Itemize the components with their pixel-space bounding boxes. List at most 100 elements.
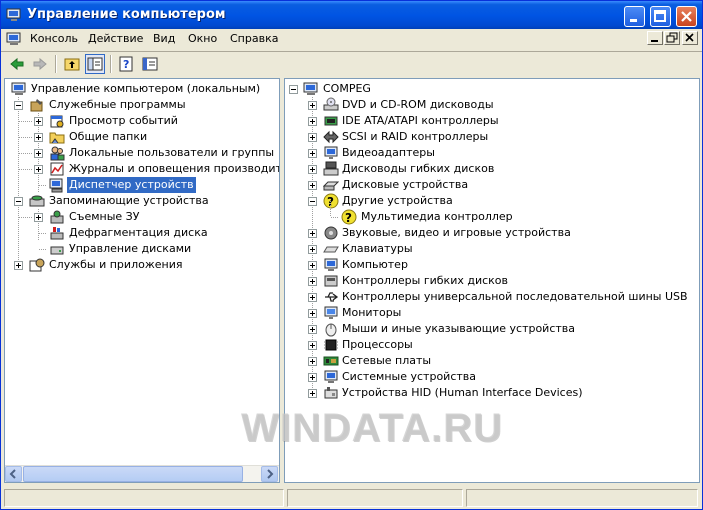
tree-item-storage[interactable]: Запоминающие устройства <box>5 193 279 209</box>
device-category[interactable]: Клавиатуры <box>285 241 699 257</box>
collapse-toggle[interactable] <box>308 197 317 206</box>
device-category[interactable]: Контроллеры универсальной последовательн… <box>285 289 699 305</box>
expand-toggle[interactable] <box>308 229 317 238</box>
shared-folder-icon <box>49 132 65 144</box>
device-category[interactable]: Дисководы гибких дисков <box>285 161 699 177</box>
scroll-left-button[interactable] <box>5 466 22 482</box>
device-category[interactable]: Сетевые платы <box>285 353 699 369</box>
forward-button[interactable] <box>30 54 50 74</box>
title-bar[interactable]: Управление компьютером <box>1 1 702 30</box>
properties-icon <box>142 57 158 71</box>
monitor-icon <box>324 306 338 319</box>
restore-icon <box>666 32 678 43</box>
device-category[interactable]: Контроллеры гибких дисков <box>285 273 699 289</box>
device-category[interactable]: Компьютер <box>285 257 699 273</box>
menu-window[interactable]: Окно <box>188 32 217 45</box>
tree-line <box>39 233 47 234</box>
expand-toggle[interactable] <box>308 389 317 398</box>
expand-toggle[interactable] <box>308 181 317 190</box>
tree-item-services-apps[interactable]: Службы и приложения <box>5 257 279 273</box>
tree-item-defragmentation[interactable]: Дефрагментация диска <box>5 225 279 241</box>
expand-toggle[interactable] <box>14 261 23 270</box>
menu-help[interactable]: Справка <box>230 32 278 45</box>
scroll-right-button[interactable] <box>261 466 278 482</box>
close-button[interactable] <box>676 6 697 27</box>
expand-toggle[interactable] <box>34 133 43 142</box>
console-tree-pane[interactable]: Управление компьютером (локальным) Служе… <box>4 78 280 483</box>
menu-console[interactable]: Консоль <box>30 32 78 45</box>
device-category[interactable]: IDE ATA/ATAPI контроллеры <box>285 113 699 129</box>
device-category[interactable]: Мониторы <box>285 305 699 321</box>
expand-toggle[interactable] <box>34 117 43 126</box>
expand-toggle[interactable] <box>308 341 317 350</box>
expand-toggle[interactable] <box>308 373 317 382</box>
collapse-toggle[interactable] <box>14 101 23 110</box>
expand-toggle[interactable] <box>308 133 317 142</box>
expand-toggle[interactable] <box>34 165 43 174</box>
tree-item-system-tools[interactable]: Служебные программы <box>5 97 279 113</box>
expand-toggle[interactable] <box>34 149 43 158</box>
tree-item-shared-folders[interactable]: Общие папки <box>5 129 279 145</box>
expand-toggle[interactable] <box>308 277 317 286</box>
expand-toggle[interactable] <box>308 245 317 254</box>
device-category[interactable]: Звуковые, видео и игровые устройства <box>285 225 699 241</box>
expand-toggle[interactable] <box>308 325 317 334</box>
tree-item-performance-logs[interactable]: Журналы и оповещения производительн <box>5 161 279 177</box>
device-item[interactable]: ? Мультимедиа контроллер <box>285 201 699 225</box>
expand-toggle[interactable] <box>308 101 317 110</box>
mdi-restore-button[interactable] <box>664 31 680 45</box>
device-category-label: Компьютер <box>342 258 408 271</box>
mdi-close-button[interactable] <box>682 31 698 45</box>
minimize-icon <box>651 40 658 42</box>
menu-action[interactable]: Действие <box>88 32 143 45</box>
console-icon[interactable] <box>6 31 22 47</box>
expand-toggle[interactable] <box>308 117 317 126</box>
mouse-icon <box>325 323 337 337</box>
tree-item-disk-management[interactable]: Управление дисками <box>5 241 279 257</box>
menu-view[interactable]: Вид <box>153 32 175 45</box>
mdi-minimize-button[interactable] <box>647 31 663 45</box>
device-category[interactable]: Устройства HID (Human Interface Devices) <box>285 385 699 401</box>
properties-button[interactable] <box>140 54 160 74</box>
up-one-level-button[interactable] <box>62 54 82 74</box>
show-hide-tree-button[interactable] <box>85 54 105 74</box>
tree-item-event-viewer[interactable]: Просмотр событий <box>5 113 279 129</box>
mmc-window: Управление компьютером Консоль Действие … <box>0 0 703 510</box>
tree-item-root[interactable]: Управление компьютером (локальным) <box>5 81 279 97</box>
toolbar-separator <box>110 55 112 73</box>
device-category-label: DVD и CD-ROM дисководы <box>342 98 494 111</box>
expand-toggle[interactable] <box>308 309 317 318</box>
tree-item-removable-storage[interactable]: Съемные ЗУ <box>5 209 279 225</box>
tree-item-local-users[interactable]: Локальные пользователи и группы <box>5 145 279 161</box>
help-button[interactable]: ? <box>117 54 137 74</box>
expand-toggle[interactable] <box>308 293 317 302</box>
device-category[interactable]: Процессоры <box>285 337 699 353</box>
collapse-toggle[interactable] <box>14 197 23 206</box>
expand-toggle[interactable] <box>34 213 43 222</box>
horizontal-scrollbar[interactable] <box>5 465 279 482</box>
close-icon <box>681 11 692 22</box>
disk-management-icon <box>50 246 64 255</box>
collapse-toggle[interactable] <box>289 85 298 94</box>
device-category[interactable]: SCSI и RAID контроллеры <box>285 129 699 145</box>
tree-label: Локальные пользователи и группы <box>69 146 275 159</box>
maximize-button[interactable] <box>650 6 671 27</box>
scroll-thumb[interactable] <box>23 466 243 482</box>
maximize-icon <box>654 10 666 22</box>
expand-toggle[interactable] <box>308 149 317 158</box>
device-root[interactable]: COMPEG <box>285 81 699 97</box>
device-category[interactable]: DVD и CD-ROM дисководы <box>285 97 699 113</box>
ide-controller-icon <box>324 116 338 126</box>
expand-toggle[interactable] <box>308 261 317 270</box>
device-category-expanded[interactable]: ? Другие устройства <box>285 193 699 209</box>
device-category[interactable]: Дисковые устройства <box>285 177 699 193</box>
minimize-button[interactable] <box>624 6 645 27</box>
expand-toggle[interactable] <box>308 357 317 366</box>
device-category-label: Системные устройства <box>342 370 476 383</box>
back-button[interactable] <box>7 54 27 74</box>
device-category[interactable]: Видеоадаптеры <box>285 145 699 161</box>
expand-toggle[interactable] <box>308 165 317 174</box>
tree-item-device-manager[interactable]: Диспетчер устройств <box>5 177 279 193</box>
device-category[interactable]: Мыши и иные указывающие устройства <box>285 321 699 337</box>
device-category[interactable]: Системные устройства <box>285 369 699 385</box>
